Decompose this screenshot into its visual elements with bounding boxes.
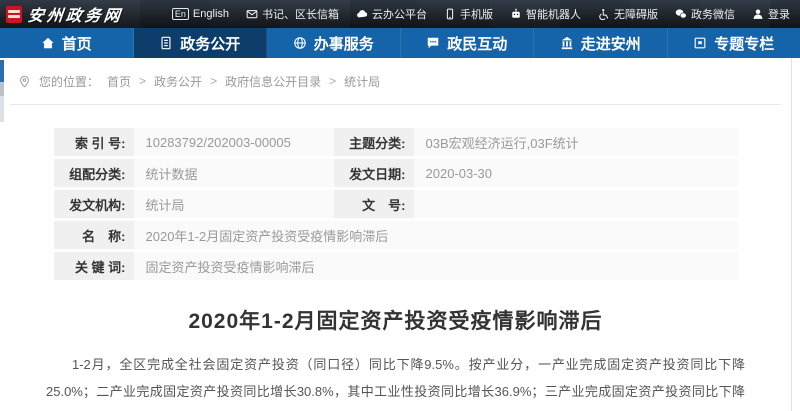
top-link-accessible[interactable]: 无障碍版 bbox=[598, 6, 658, 22]
breadcrumb-gov-disclosure[interactable]: 政务公开 bbox=[154, 73, 202, 90]
nav-item-about-anzhou[interactable]: 走进安州 bbox=[534, 28, 668, 58]
table-row: 关 键 词: 固定资产投资受疫情影响滞后 bbox=[53, 252, 738, 280]
home-icon bbox=[41, 36, 55, 50]
field-label: 主题分类: bbox=[333, 128, 414, 156]
field-label: 索 引 号: bbox=[53, 128, 134, 156]
document-icon bbox=[159, 36, 173, 50]
field-label: 发文日期: bbox=[333, 159, 414, 187]
table-row: 发文机构: 统计局 文 号: bbox=[53, 190, 738, 218]
top-link-login[interactable]: 登录 bbox=[752, 6, 790, 22]
breadcrumb: 您的位置： 首页 > 政务公开 > 政府信息公开目录 > 统计局 bbox=[0, 58, 791, 104]
main-nav: 首页 政务公开 办事服务 政民互动 走进安州 专题专栏 bbox=[0, 28, 800, 58]
page-body: 您的位置： 首页 > 政务公开 > 政府信息公开目录 > 统计局 索 引 号: … bbox=[0, 58, 792, 411]
breadcrumb-home[interactable]: 首页 bbox=[107, 73, 131, 90]
user-icon bbox=[752, 8, 764, 20]
nav-item-gov-disclosure[interactable]: 政务公开 bbox=[133, 28, 267, 58]
top-link-mailbox[interactable]: 书记、区长信箱 bbox=[246, 6, 339, 22]
phone-icon bbox=[444, 8, 456, 20]
accessibility-icon bbox=[598, 8, 610, 20]
site-logo[interactable]: 安州政务网 bbox=[6, 2, 124, 26]
field-value: 2020-03-30 bbox=[413, 159, 738, 187]
article-title: 2020年1-2月固定资产投资受疫情影响滞后 bbox=[188, 310, 603, 333]
breadcrumb-prefix: 您的位置： bbox=[39, 74, 100, 89]
breadcrumb-info-catalog[interactable]: 政府信息公开目录 bbox=[225, 73, 321, 90]
nav-item-special-columns[interactable]: 专题专栏 bbox=[668, 28, 800, 58]
nav-item-home[interactable]: 首页 bbox=[0, 28, 134, 58]
article-body: 1-2月，全区完成全社会固定资产投资（同口径）同比下降9.5%。按产业分，一产业… bbox=[46, 357, 745, 399]
wechat-icon bbox=[675, 8, 687, 20]
top-link-robot[interactable]: 智能机器人 bbox=[510, 6, 581, 22]
banner-icon bbox=[693, 36, 707, 50]
table-row: 组配分类: 统计数据 发文日期: 2020-03-30 bbox=[53, 159, 738, 187]
info-table: 索 引 号: 10283792/202003-00005 主题分类: 03B宏观… bbox=[53, 125, 738, 283]
mail-icon bbox=[246, 8, 258, 20]
field-label: 名 称: bbox=[53, 221, 134, 249]
nav-item-services[interactable]: 办事服务 bbox=[267, 28, 401, 58]
field-label: 关 键 词: bbox=[53, 252, 134, 280]
breadcrumb-statistics-bureau[interactable]: 统计局 bbox=[344, 73, 380, 90]
field-label: 发文机构: bbox=[53, 190, 134, 218]
top-link-english[interactable]: En English bbox=[171, 8, 229, 20]
top-link-wechat[interactable]: 政务微信 bbox=[675, 6, 735, 22]
logo-badge-icon bbox=[6, 5, 22, 23]
landmark-icon bbox=[560, 36, 574, 50]
nav-item-interaction[interactable]: 政民互动 bbox=[401, 28, 534, 58]
field-value: 2020年1-2月固定资产投资受疫情影响滞后 bbox=[133, 221, 738, 249]
location-pin-icon bbox=[18, 75, 31, 88]
chat-icon bbox=[426, 36, 440, 50]
robot-icon bbox=[510, 8, 522, 20]
field-value: 10283792/202003-00005 bbox=[133, 128, 334, 156]
field-value: 03B宏观经济运行,03F统计 bbox=[413, 128, 738, 156]
table-row: 索 引 号: 10283792/202003-00005 主题分类: 03B宏观… bbox=[53, 128, 738, 156]
cloud-icon bbox=[356, 8, 368, 20]
site-logo-text: 安州政务网 bbox=[26, 6, 124, 25]
left-edge-widget bbox=[0, 60, 4, 122]
top-link-mobile[interactable]: 手机版 bbox=[444, 6, 493, 22]
field-value: 统计数据 bbox=[133, 159, 334, 187]
article-card: 索 引 号: 10283792/202003-00005 主题分类: 03B宏观… bbox=[10, 104, 781, 411]
top-link-cloud-office[interactable]: 云办公平台 bbox=[356, 6, 427, 22]
field-value: 统计局 bbox=[133, 190, 334, 218]
globe-icon bbox=[293, 36, 307, 50]
field-label: 组配分类: bbox=[53, 159, 134, 187]
field-value: 固定资产投资受疫情影响滞后 bbox=[133, 252, 738, 280]
field-label: 文 号: bbox=[333, 190, 414, 218]
field-value bbox=[413, 190, 738, 218]
en-icon: En bbox=[171, 8, 189, 20]
top-utility-bar: 安州政务网 En English 书记、区长信箱 云办公平台 手机版 智能机器人… bbox=[0, 0, 800, 28]
top-links: En English 书记、区长信箱 云办公平台 手机版 智能机器人 无障碍版 … bbox=[171, 6, 790, 22]
table-row: 名 称: 2020年1-2月固定资产投资受疫情影响滞后 bbox=[53, 221, 738, 249]
